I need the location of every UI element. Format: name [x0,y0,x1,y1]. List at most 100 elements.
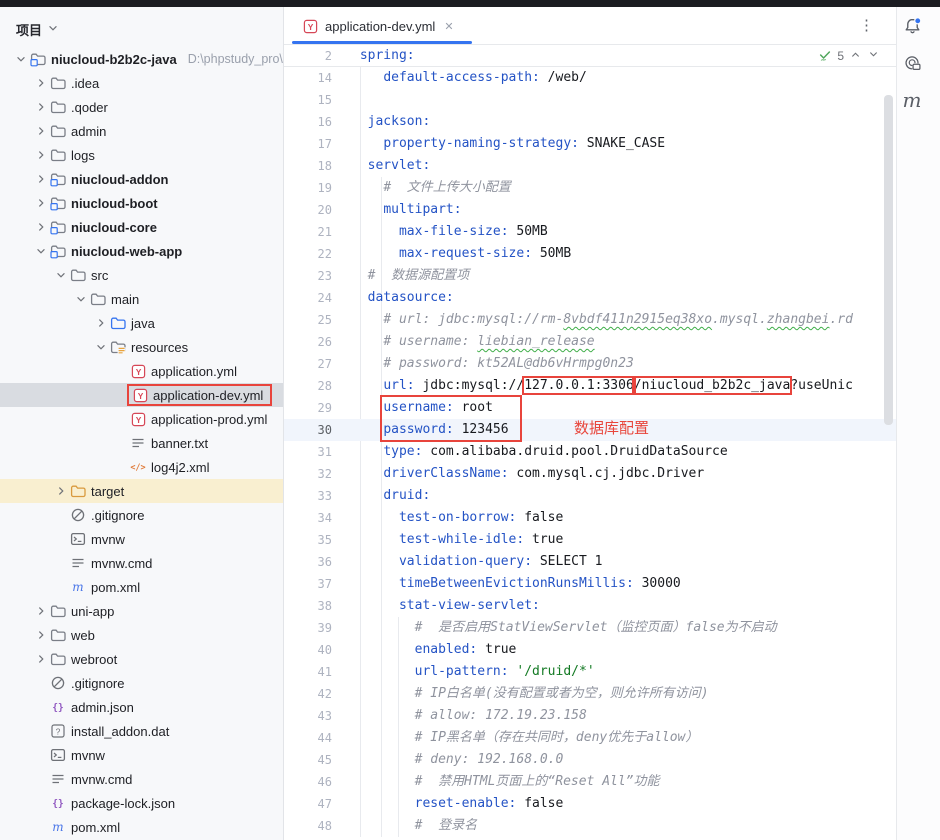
chevron-right-icon[interactable] [32,171,50,187]
tree-item-logs[interactable]: logs [0,143,283,167]
code-line-24[interactable]: 24 datasource: [284,287,896,309]
tree-item-pom.xml[interactable]: mpom.xml [0,575,283,599]
code-line-14[interactable]: 14 default-access-path: /web/ [284,67,896,89]
code-line-32[interactable]: 32 driverClassName: com.mysql.cj.jdbc.Dr… [284,463,896,485]
tree-item-java[interactable]: java [0,311,283,335]
chevron-right-icon[interactable] [32,195,50,211]
code-line-37[interactable]: 37 timeBetweenEvictionRunsMillis: 30000 [284,573,896,595]
sticky-header-line[interactable]: 2 spring: 5 [284,45,896,67]
code-line-16[interactable]: 16 jackson: [284,111,896,133]
tree-item-package-lock.json[interactable]: {}package-lock.json [0,791,283,815]
chevron-down-icon[interactable] [72,291,90,307]
tree-item-webroot[interactable]: webroot [0,647,283,671]
project-panel-header[interactable]: 项目 [0,7,283,41]
tree-item-niucloud-web-app[interactable]: niucloud-web-app [0,239,283,263]
tree-item-label: log4j2.xml [151,460,210,475]
close-icon[interactable]: ✕ [444,20,453,33]
tree-item-niucloud-addon[interactable]: niucloud-addon [0,167,283,191]
chevron-right-icon[interactable] [32,651,50,667]
chevron-down-icon[interactable] [32,243,50,259]
code-line-45[interactable]: 45 # deny: 192.168.0.0 [284,749,896,771]
code-line-23[interactable]: 23 # 数据源配置项 [284,265,896,287]
code-line-36[interactable]: 36 validation-query: SELECT 1 [284,551,896,573]
tree-item-niucloud-core[interactable]: niucloud-core [0,215,283,239]
code-line-39[interactable]: 39 # 是否启用StatViewServlet（监控页面）false为不启动 [284,617,896,639]
tree-item-mvnw.cmd[interactable]: mvnw.cmd [0,767,283,791]
inspections-widget[interactable]: 5 [818,45,880,67]
code-line-33[interactable]: 33 druid: [284,485,896,507]
code-line-26[interactable]: 26 # username: liebian_release [284,331,896,353]
code-area[interactable]: 14 default-access-path: /web/1516 jackso… [284,67,896,840]
tree-item-admin.json[interactable]: {}admin.json [0,695,283,719]
code-line-48[interactable]: 48 # 登录名 [284,815,896,837]
tab-application-dev-yml[interactable]: Y application-dev.yml ✕ [292,7,464,45]
tree-item-src[interactable]: src [0,263,283,287]
notifications-bell-icon[interactable] [899,13,925,39]
tree-item-mvnw[interactable]: mvnw [0,743,283,767]
chevron-down-icon[interactable] [92,339,110,355]
tree-item-content: uni-app [50,603,114,619]
code-line-47[interactable]: 47 reset-enable: false [284,793,896,815]
code-line-20[interactable]: 20 multipart: [284,199,896,221]
code-line-41[interactable]: 41 url-pattern: '/druid/*' [284,661,896,683]
tree-item-admin[interactable]: admin [0,119,283,143]
code-line-17[interactable]: 17 property-naming-strategy: SNAKE_CASE [284,133,896,155]
chevron-right-icon[interactable] [32,99,50,115]
tree-item-.idea[interactable]: .idea [0,71,283,95]
chevron-right-icon[interactable] [32,219,50,235]
chevron-right-icon[interactable] [52,483,70,499]
chevron-right-icon[interactable] [32,147,50,163]
tree-item-log4j2.xml[interactable]: </>log4j2.xml [0,455,283,479]
code-line-28[interactable]: 28 url: jdbc:mysql://127.0.0.1:3306/niuc… [284,375,896,397]
code-line-27[interactable]: 27 # password: kt52AL@db6vHrmpg0n23 [284,353,896,375]
tree-item-web[interactable]: web [0,623,283,647]
tree-item-application.yml[interactable]: Yapplication.yml [0,359,283,383]
code-line-15[interactable]: 15 [284,89,896,111]
code-line-22[interactable]: 22 max-request-size: 50MB [284,243,896,265]
code-line-42[interactable]: 42 # IP白名单(没有配置或者为空，则允许所有访问) [284,683,896,705]
code-line-29[interactable]: 29 username: root [284,397,896,419]
chevron-down-icon[interactable] [52,267,70,283]
tree-item-mvnw.cmd[interactable]: mvnw.cmd [0,551,283,575]
tree-item-uni-app[interactable]: uni-app [0,599,283,623]
chevron-right-icon[interactable] [32,603,50,619]
tree-item-target[interactable]: target [0,479,283,503]
tree-item-install-addon.dat[interactable]: ?install_addon.dat [0,719,283,743]
code-line-40[interactable]: 40 enabled: true [284,639,896,661]
tree-item-.gitignore[interactable]: .gitignore [0,503,283,527]
next-issue-icon[interactable] [867,48,880,64]
tree-item-main[interactable]: main [0,287,283,311]
code-line-44[interactable]: 44 # IP黑名单（存在共同时，deny优先于allow） [284,727,896,749]
code-line-38[interactable]: 38 stat-view-servlet: [284,595,896,617]
maven-tool-icon[interactable]: m [899,87,925,113]
chevron-right-icon[interactable] [92,315,110,331]
tree-item-banner.txt[interactable]: banner.txt [0,431,283,455]
tree-item-pom.xml[interactable]: mpom.xml [0,815,283,839]
code-line-35[interactable]: 35 test-while-idle: true [284,529,896,551]
code-line-19[interactable]: 19 # 文件上传大小配置 [284,177,896,199]
chevron-right-icon[interactable] [32,123,50,139]
tree-item-.qoder[interactable]: .qoder [0,95,283,119]
tree-item-niucloud-b2b2c-java[interactable]: niucloud-b2b2c-javaD:\phpstudy_pro\\ [0,47,283,71]
tree-item-application-dev.yml[interactable]: Yapplication-dev.yml [0,383,283,407]
code-line-21[interactable]: 21 max-file-size: 50MB [284,221,896,243]
screen-share-icon[interactable] [899,50,925,76]
tree-item-mvnw[interactable]: mvnw [0,527,283,551]
more-options-icon[interactable]: ⋮ [859,16,874,36]
chevron-down-icon[interactable] [12,51,30,67]
code-line-46[interactable]: 46 # 禁用HTML页面上的“Reset All”功能 [284,771,896,793]
editor-scrollbar[interactable] [884,95,893,425]
prev-issue-icon[interactable] [849,48,862,64]
code-line-34[interactable]: 34 test-on-borrow: false [284,507,896,529]
tree-item-niucloud-boot[interactable]: niucloud-boot [0,191,283,215]
tree-item-.gitignore[interactable]: .gitignore [0,671,283,695]
code-line-25[interactable]: 25 # url: jdbc:mysql://rm-8vbdf411n2915e… [284,309,896,331]
tree-item-application-prod.yml[interactable]: Yapplication-prod.yml [0,407,283,431]
code-line-18[interactable]: 18 servlet: [284,155,896,177]
chevron-right-icon[interactable] [32,627,50,643]
chevron-right-icon[interactable] [32,75,50,91]
tree-item-resources[interactable]: resources [0,335,283,359]
line-number: 29 [284,401,332,415]
code-line-31[interactable]: 31 type: com.alibaba.druid.pool.DruidDat… [284,441,896,463]
code-line-43[interactable]: 43 # allow: 172.19.23.158 [284,705,896,727]
